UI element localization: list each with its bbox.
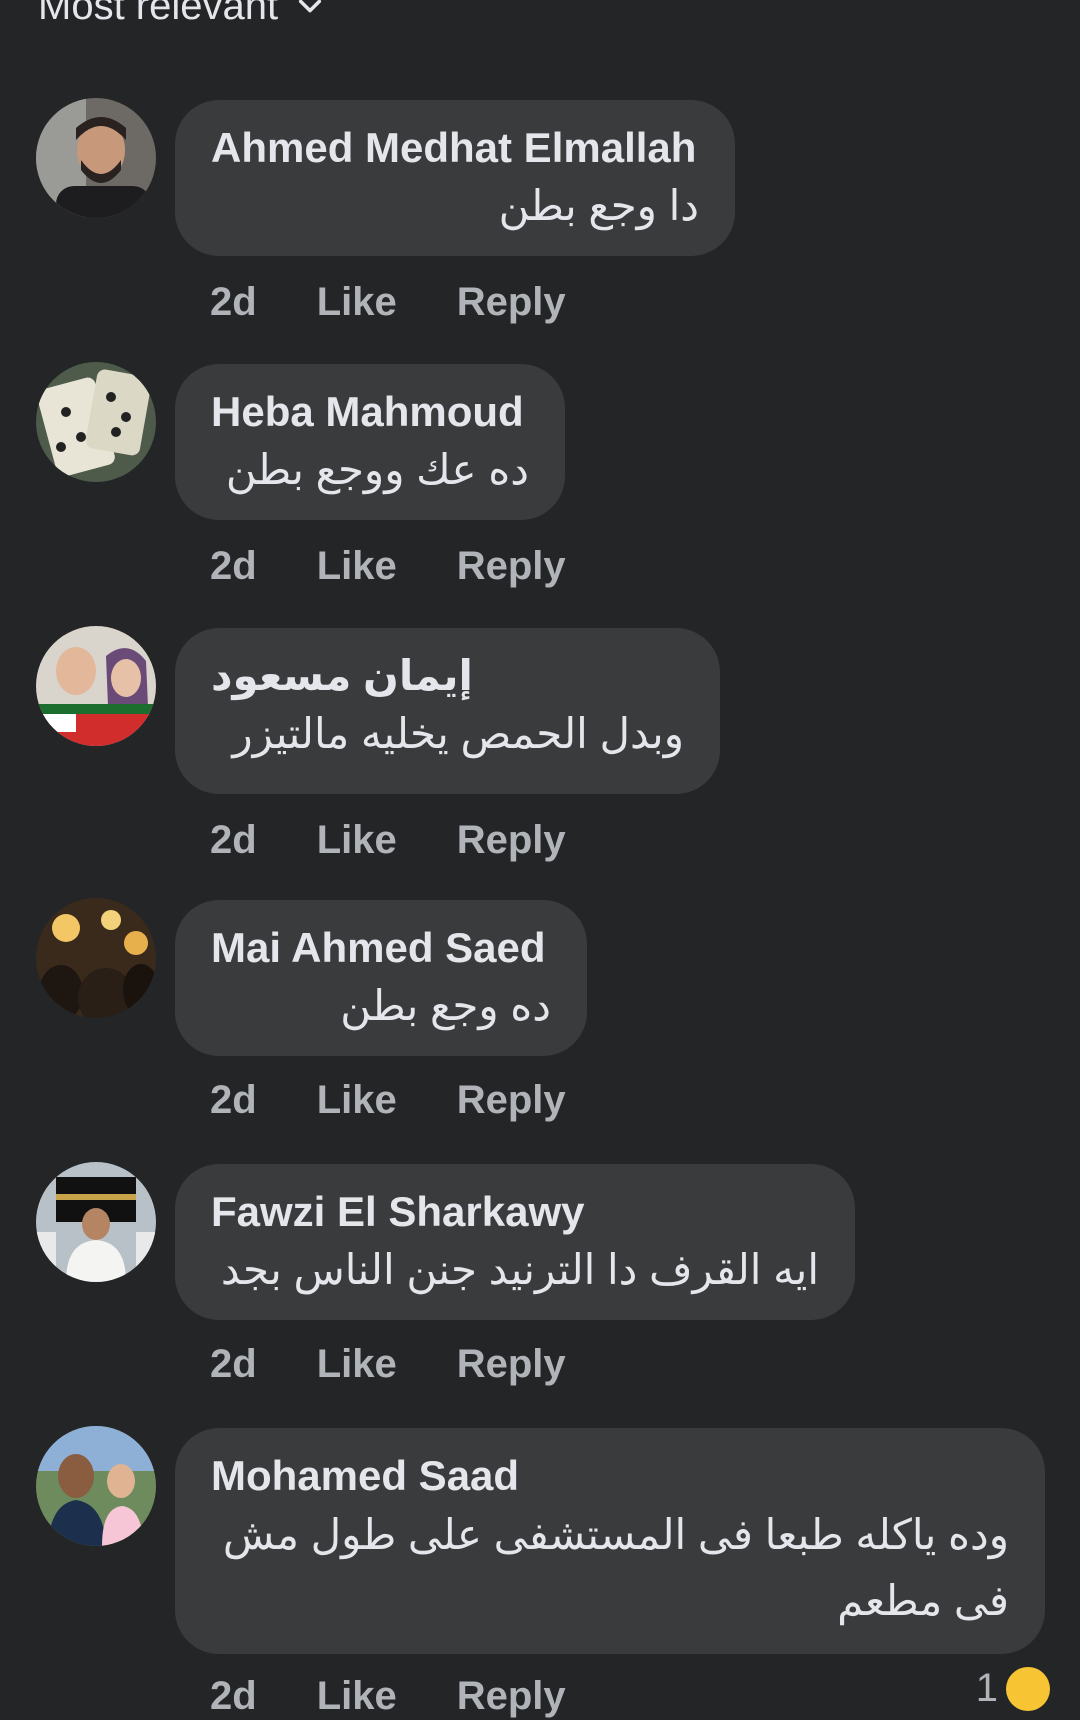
avatar[interactable] [36,1426,156,1546]
avatar[interactable] [36,626,156,746]
author-name[interactable]: Fawzi El Sharkawy [211,1186,819,1238]
avatar[interactable] [36,1162,156,1282]
like-button[interactable]: Like [317,278,397,326]
comment-bubble[interactable]: Ahmed Medhat Elmallah دا وجع بطن [175,100,735,256]
reply-button[interactable]: Reply [457,1076,566,1124]
comment-bubble[interactable]: Fawzi El Sharkawy ايه القرف دا الترنيد ج… [175,1164,855,1320]
avatar-image [36,362,156,482]
avatar[interactable] [36,98,156,218]
like-button[interactable]: Like [317,816,397,864]
avatar-image [36,898,156,1018]
reaction-summary[interactable]: 1 [976,1666,1050,1711]
sort-dropdown[interactable]: Most relevant [38,0,324,30]
comment-timestamp[interactable]: 2d [210,1340,257,1388]
author-name[interactable]: إيمان مسعود [211,650,473,702]
comment-bubble[interactable]: إيمان مسعود وبدل الحمص يخليه مالتيزر [175,628,720,794]
author-name[interactable]: Mai Ahmed Saed [211,922,551,974]
reply-button[interactable]: Reply [457,278,566,326]
like-button[interactable]: Like [317,1340,397,1388]
author-name[interactable]: Ahmed Medhat Elmallah [211,122,699,174]
comment-timestamp[interactable]: 2d [210,542,257,590]
comment-bubble[interactable]: Heba Mahmoud ده عك ووجع بطن [175,364,565,520]
comment-timestamp[interactable]: 2d [210,1076,257,1124]
reaction-count: 1 [975,1666,998,1710]
sort-label: Most relevant [38,0,279,28]
comment-text: ايه القرف دا الترنيد جنن الناس بجد [220,1246,819,1293]
chevron-down-icon [299,0,322,13]
reply-button[interactable]: Reply [457,1340,566,1388]
comment-timestamp[interactable]: 2d [210,278,257,326]
comment-text: وده ياكله طبعا فى المستشفى على طول مش فى… [222,1511,1009,1624]
like-button[interactable]: Like [317,1076,397,1124]
comment-timestamp[interactable]: 2d [210,816,257,864]
avatar[interactable] [36,898,156,1018]
reply-button[interactable]: Reply [457,542,566,590]
comment-timestamp[interactable]: 2d [210,1672,257,1720]
comment-text: وبدل الحمص يخليه مالتيزر [232,710,684,757]
author-name[interactable]: Mohamed Saad [211,1450,1009,1502]
comment-bubble[interactable]: Mai Ahmed Saed ده وجع بطن [175,900,587,1056]
avatar-image [36,1162,156,1282]
reply-button[interactable]: Reply [457,1672,566,1720]
reply-button[interactable]: Reply [457,816,566,864]
comment-text: ده وجع بطن [340,982,551,1029]
comment-text: دا وجع بطن [498,182,699,229]
avatar-image [36,626,156,746]
avatar-image [36,1426,156,1546]
comment-text: ده عك ووجع بطن [225,446,529,493]
avatar[interactable] [36,362,156,482]
avatar-image [36,98,156,218]
haha-reaction-icon [1006,1666,1050,1711]
like-button[interactable]: Like [317,1672,397,1720]
author-name[interactable]: Heba Mahmoud [211,386,529,438]
comment-bubble[interactable]: Mohamed Saad وده ياكله طبعا فى المستشفى … [175,1428,1045,1654]
like-button[interactable]: Like [317,542,397,590]
